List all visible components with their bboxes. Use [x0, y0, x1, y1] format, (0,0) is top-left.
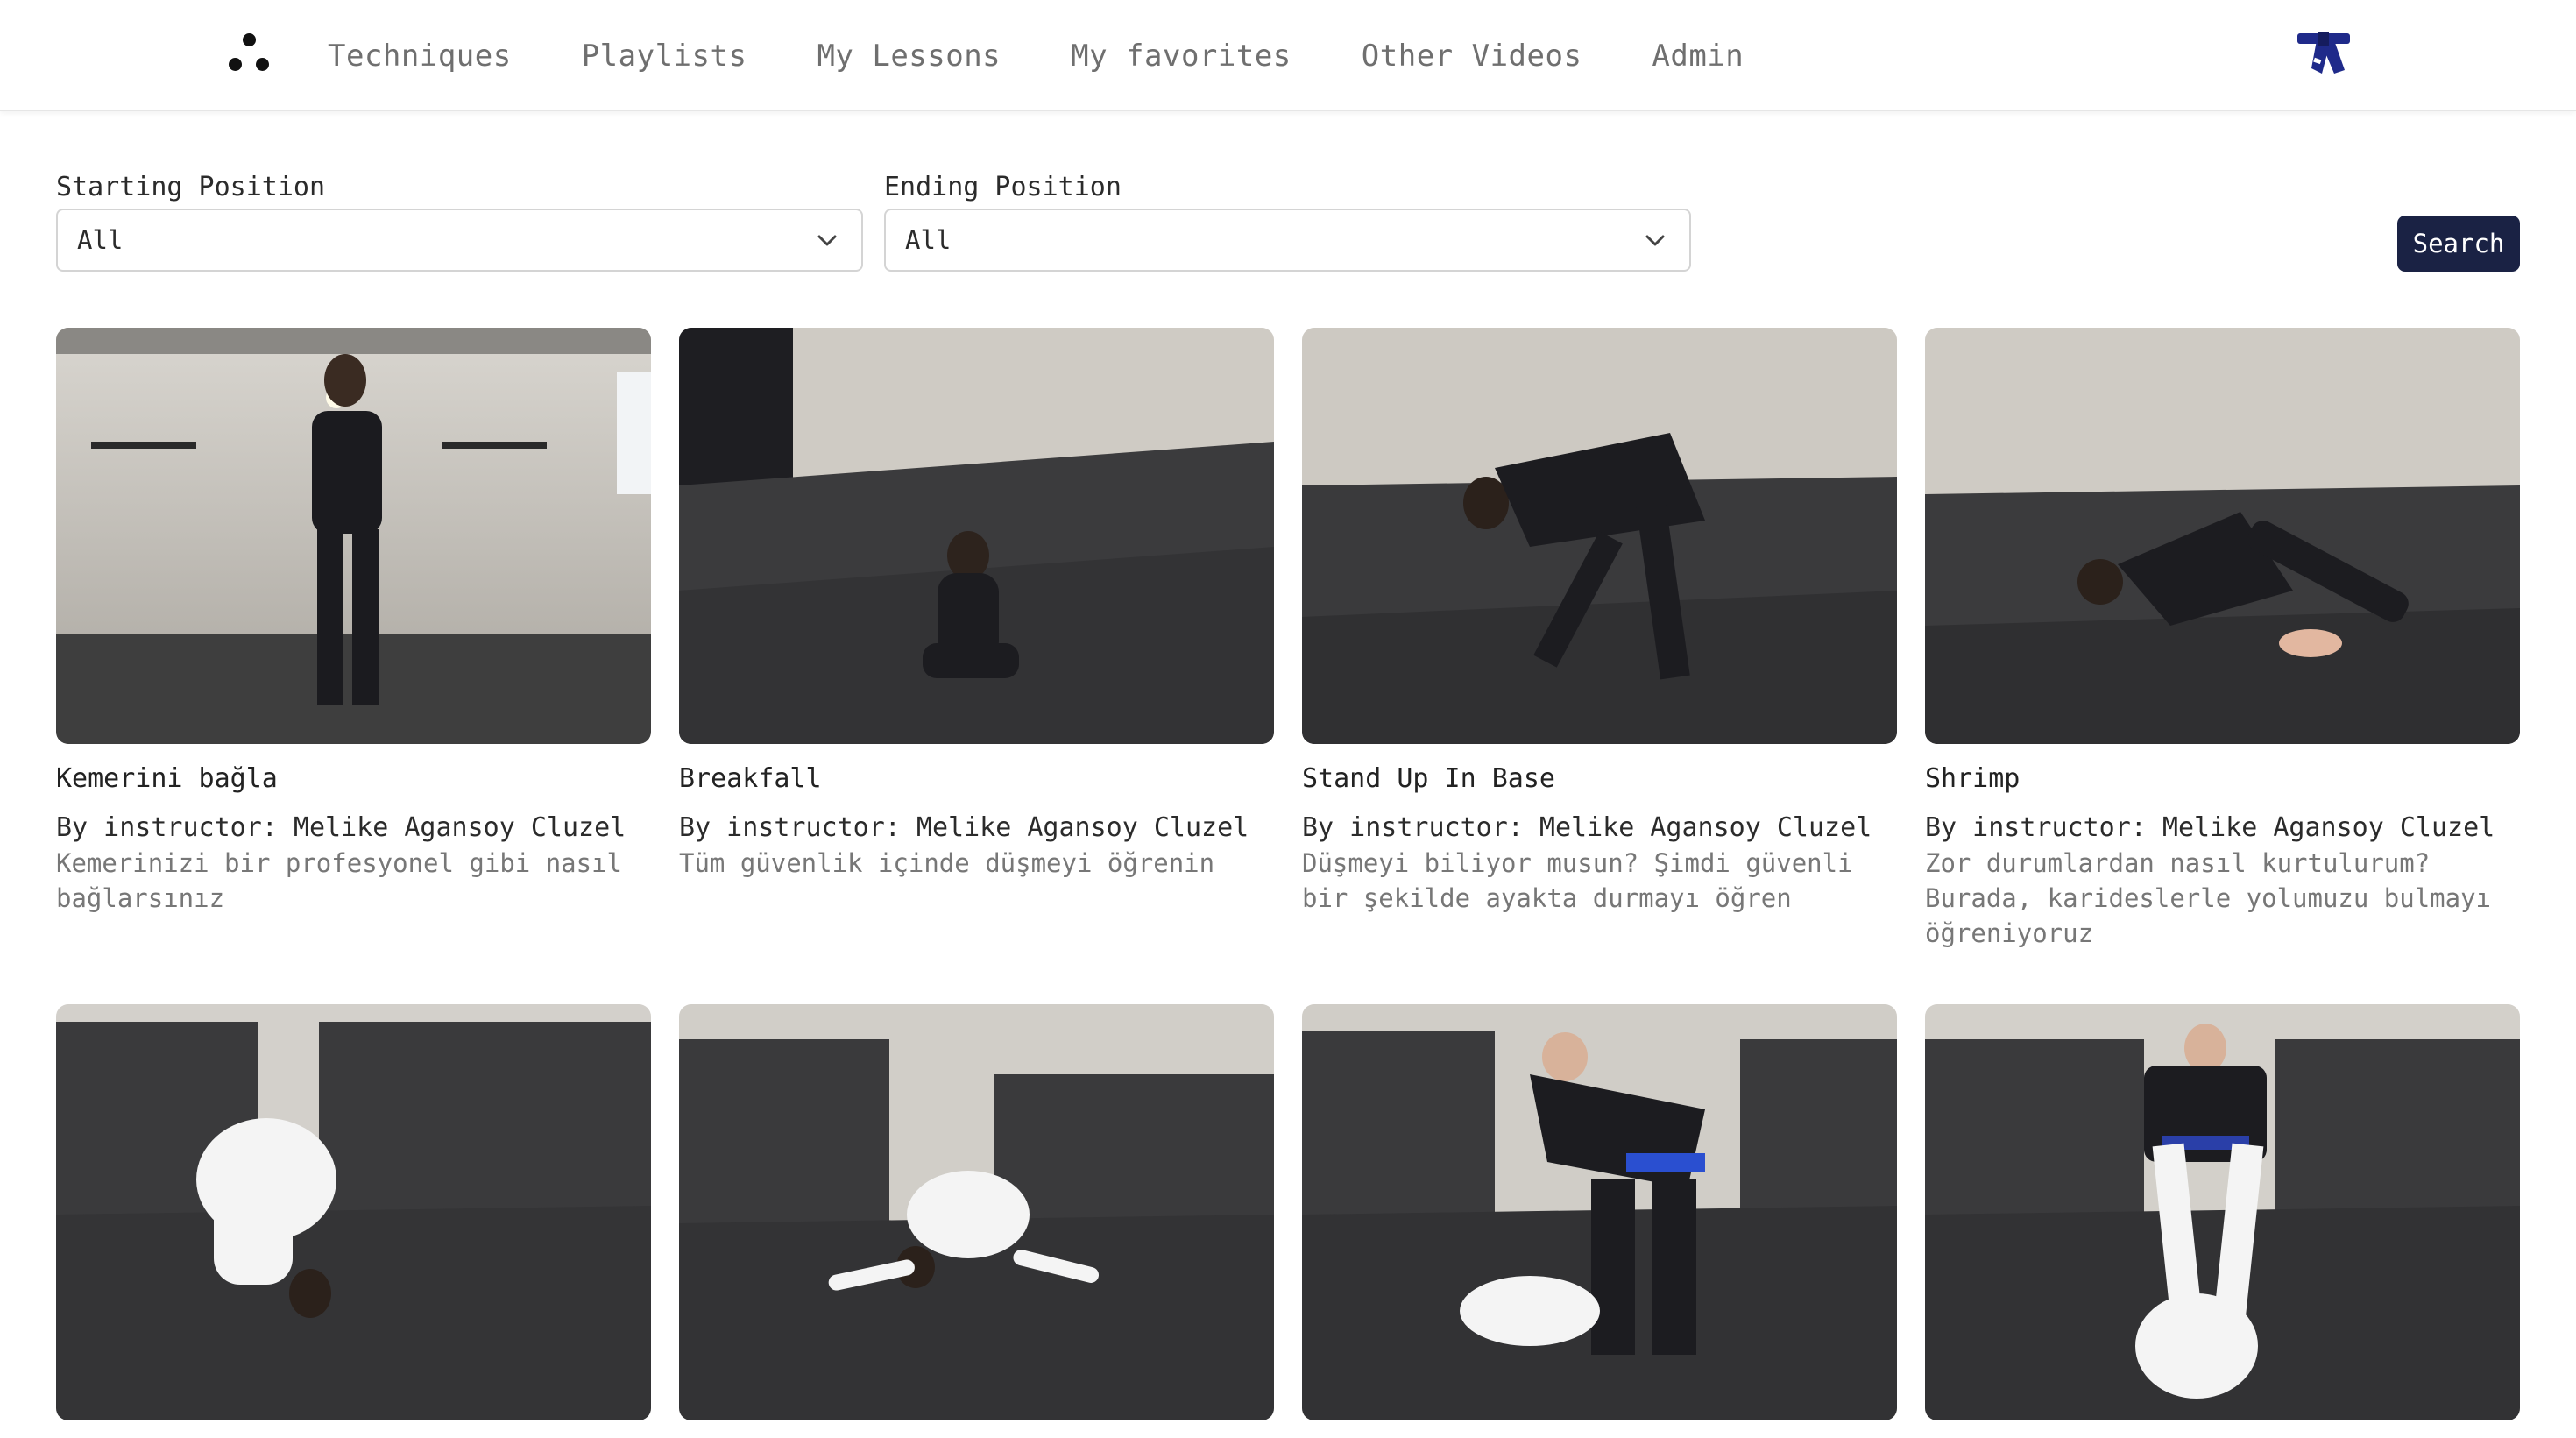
video-thumbnail[interactable]: [1925, 328, 2520, 744]
video-card[interactable]: Kemerini bağla By instructor: Melike Aga…: [56, 328, 651, 916]
nav-my-lessons[interactable]: My Lessons: [817, 39, 1001, 74]
ending-position-select[interactable]: All: [884, 209, 1691, 272]
nav-other-videos[interactable]: Other Videos: [1362, 39, 1582, 74]
video-instructor: By instructor: Melike Agansoy Cluzel: [1925, 812, 2495, 843]
video-card[interactable]: Stand Up In Base By instructor: Melike A…: [1302, 328, 1897, 916]
video-thumbnail[interactable]: [679, 328, 1274, 744]
nav-playlists[interactable]: Playlists: [582, 39, 747, 74]
video-thumbnail[interactable]: [679, 1004, 1274, 1420]
search-button[interactable]: Search: [2397, 216, 2520, 272]
video-description: Tüm güvenlik içinde düşmeyi öğrenin: [679, 848, 1215, 878]
video-card[interactable]: [56, 1004, 651, 1438]
nav-my-favorites[interactable]: My favorites: [1071, 39, 1292, 74]
video-title[interactable]: Shrimp: [1925, 762, 2520, 797]
video-title[interactable]: Stand Up In Base: [1302, 762, 1897, 797]
video-thumbnail[interactable]: [1302, 328, 1897, 744]
chevron-down-icon: [817, 235, 837, 246]
video-instructor: By instructor: Melike Agansoy Cluzel: [56, 812, 626, 843]
video-description: Kemerinizi bir profesyonel gibi nasıl ba…: [56, 848, 623, 913]
three-dots-logo-icon[interactable]: [226, 33, 273, 75]
ending-position-label: Ending Position: [884, 172, 1122, 202]
video-card[interactable]: Breakfall By instructor: Melike Agansoy …: [679, 328, 1274, 881]
top-navbar: Techniques Playlists My Lessons My favor…: [0, 0, 2576, 111]
video-title[interactable]: Breakfall: [679, 762, 1274, 797]
video-thumbnail[interactable]: [1302, 1004, 1897, 1420]
filter-bar: Starting Position All Ending Position Al…: [56, 170, 2520, 273]
video-title[interactable]: Kemerini bağla: [56, 762, 651, 797]
chevron-down-icon: [1645, 235, 1665, 246]
ending-position-value: All: [905, 225, 952, 255]
video-instructor: By instructor: Melike Agansoy Cluzel: [679, 812, 1249, 843]
starting-position-value: All: [77, 225, 124, 255]
belt-icon[interactable]: [2296, 30, 2352, 77]
video-description: Düşmeyi biliyor musun? Şimdi güvenli bir…: [1302, 848, 1853, 913]
video-thumbnail[interactable]: [1925, 1004, 2520, 1420]
video-card[interactable]: [1925, 1004, 2520, 1438]
nav-techniques[interactable]: Techniques: [328, 39, 512, 74]
starting-position-filter: Starting Position All: [56, 170, 863, 272]
video-thumbnail[interactable]: [56, 328, 651, 744]
video-card[interactable]: Shrimp By instructor: Melike Agansoy Clu…: [1925, 328, 2520, 951]
starting-position-label: Starting Position: [56, 172, 326, 202]
nav-admin[interactable]: Admin: [1652, 39, 1744, 74]
video-card[interactable]: [1302, 1004, 1897, 1438]
main-nav: Techniques Playlists My Lessons My favor…: [328, 32, 1744, 81]
starting-position-select[interactable]: All: [56, 209, 863, 272]
ending-position-filter: Ending Position All: [884, 170, 1691, 272]
video-thumbnail[interactable]: [56, 1004, 651, 1420]
video-card[interactable]: [679, 1004, 1274, 1438]
video-instructor: By instructor: Melike Agansoy Cluzel: [1302, 812, 1872, 843]
video-description: Zor durumlardan nasıl kurtulurum? Burada…: [1925, 848, 2492, 948]
